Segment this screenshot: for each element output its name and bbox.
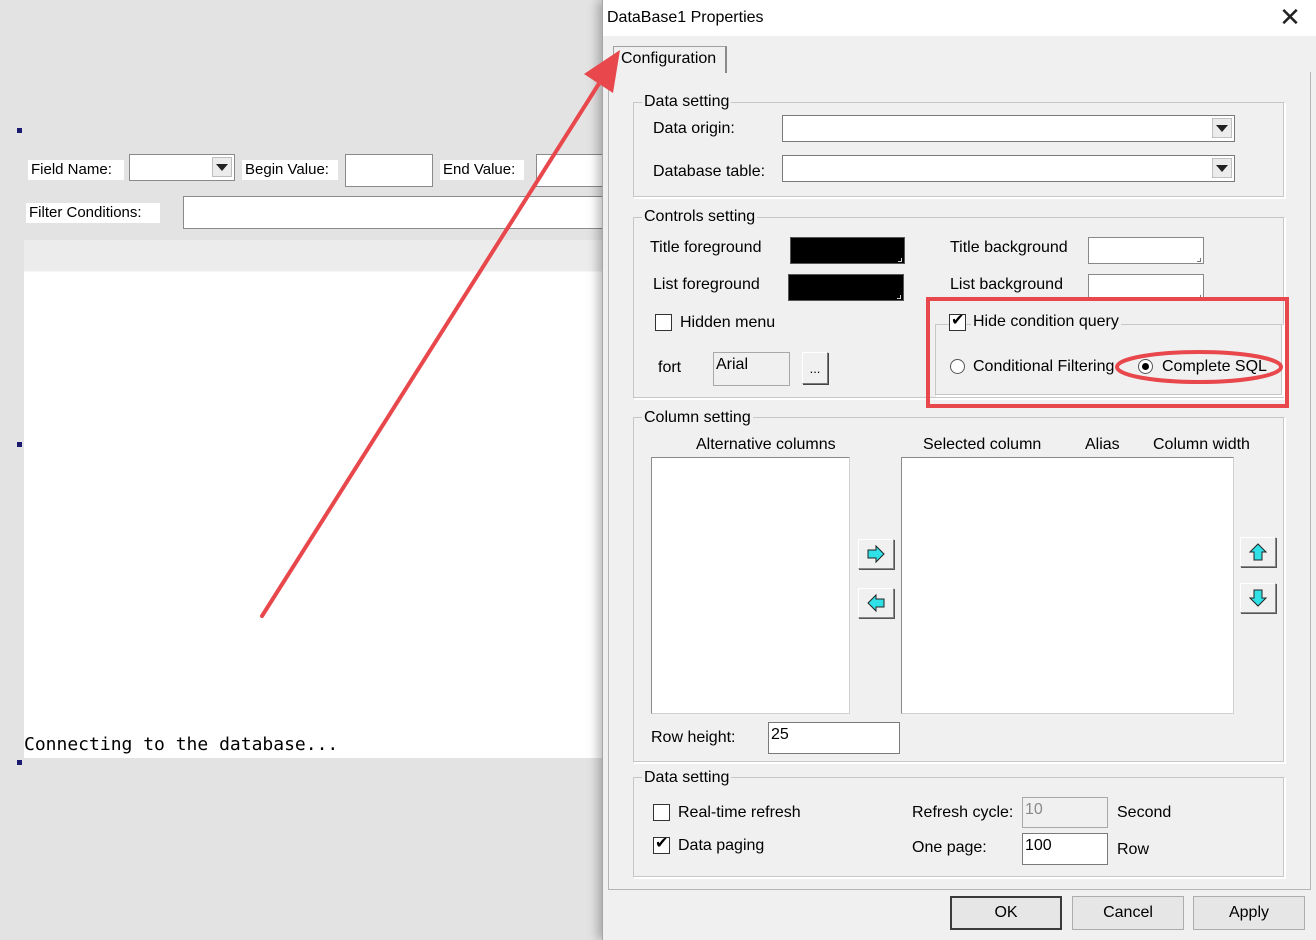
annotation-overlay [260, 50, 1289, 618]
highlight-ellipse [1115, 350, 1283, 384]
annotation-arrow-shaft [260, 80, 602, 618]
annotation-arrow-head [584, 50, 620, 93]
